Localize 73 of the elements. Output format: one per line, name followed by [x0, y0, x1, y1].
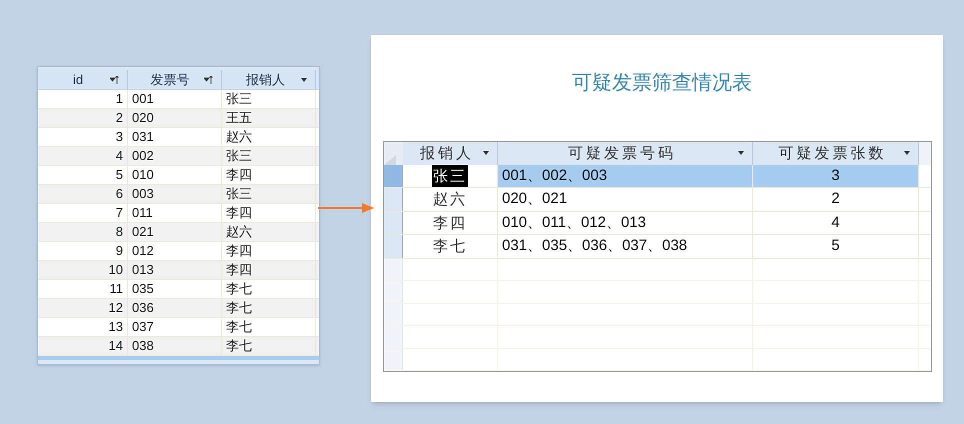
table-cell-text: 036: [132, 299, 154, 318]
table-cell-text: 011: [132, 204, 153, 222]
table-cell-text: 012: [132, 242, 154, 260]
table-cell-text: 7: [116, 204, 123, 222]
table-cell-text: 2: [831, 189, 840, 209]
table-cell-text: 010、011、012、013: [502, 212, 646, 232]
dropdown-icon[interactable]: [301, 78, 307, 82]
table-cell-text: 14: [108, 337, 123, 356]
table-cell-text: 6: [116, 185, 123, 204]
table-cell-text: 010: [132, 166, 154, 184]
table-cell-text: 8: [116, 223, 123, 242]
column-header[interactable]: 可疑发票张数: [761, 142, 904, 164]
row-selector[interactable]: [384, 164, 403, 187]
table-cell-text: 李七: [226, 337, 252, 356]
row-selector[interactable]: [384, 212, 403, 234]
table-cell-text: 赵六: [226, 223, 252, 242]
column-header[interactable]: id: [46, 70, 110, 90]
table-cell-text: 3: [831, 166, 840, 186]
arrow-icon: [318, 203, 374, 213]
table-cell-text: 4: [116, 147, 123, 166]
table-cell-text: 10: [108, 261, 123, 280]
table-cell-text: 021: [132, 223, 154, 242]
sort-filter-icon[interactable]: [204, 76, 213, 84]
table-cell-text: 1: [116, 90, 123, 108]
dropdown-icon[interactable]: [483, 151, 489, 156]
table-cell-text: 王五: [226, 109, 252, 128]
table-cell-text: 李七: [432, 236, 468, 257]
report-title: 可疑发票筛查情况表: [571, 71, 752, 96]
table-cell-text: 9: [116, 242, 123, 260]
table-cell-text: 038: [132, 337, 154, 356]
table-cell-text: 赵六: [432, 189, 468, 210]
table-cell-text: 5: [116, 166, 123, 184]
table-cell-text: 13: [108, 318, 123, 336]
table-cell-text: 张三: [226, 90, 252, 108]
table-cell-text: 003: [132, 185, 154, 204]
table-cell-text: 李七: [226, 299, 252, 318]
table-cell-text: 031: [132, 128, 154, 146]
table-cell-text: 李七: [226, 318, 252, 336]
table-cell-text: 赵六: [226, 128, 252, 146]
table-cell-text: 031、035、036、037、038: [502, 236, 688, 256]
column-header[interactable]: 报销人: [411, 142, 483, 164]
table-cell-text: 035: [132, 280, 154, 298]
table-cell-text: 3: [116, 128, 123, 146]
table-cell-text: 4: [831, 212, 840, 232]
table-cell-text: 李四: [226, 204, 252, 222]
dropdown-icon[interactable]: [738, 151, 744, 156]
table-cell-text: 11: [110, 280, 123, 298]
table-cell-text: 张三: [226, 147, 252, 166]
table-cell-text: 李四: [226, 242, 252, 260]
row-selector[interactable]: [384, 188, 403, 210]
table-cell-text: 李四: [432, 212, 468, 234]
table-cell-text: 020: [132, 109, 154, 128]
table-cell-text: 001: [132, 90, 154, 108]
column-header[interactable]: 发票号: [136, 70, 204, 90]
table-cell-text: 张三: [226, 185, 252, 204]
dropdown-icon[interactable]: [904, 151, 910, 156]
table-cell-text: 001、002、003: [502, 166, 608, 186]
column-header[interactable]: 报销人: [230, 70, 301, 90]
header-filler: [919, 142, 931, 164]
row-selector[interactable]: [384, 235, 403, 258]
column-header[interactable]: 可疑发票号码: [506, 142, 738, 164]
table-cell-text: 李四: [226, 166, 252, 184]
table-cell: 张三: [432, 164, 468, 187]
table-cell-text: 002: [132, 147, 154, 166]
table-cell-text: 李四: [226, 261, 252, 280]
table-cell-text: 李七: [226, 280, 252, 298]
table-cell-text: 037: [132, 318, 154, 336]
table-cell-text: 013: [132, 261, 154, 280]
table-cell-text: 020、021: [502, 189, 568, 209]
table-cell-text: 5: [831, 236, 840, 256]
sort-filter-icon[interactable]: [110, 76, 119, 84]
table-cell-text: 2: [116, 109, 123, 128]
table-cell-text: 12: [108, 299, 123, 318]
